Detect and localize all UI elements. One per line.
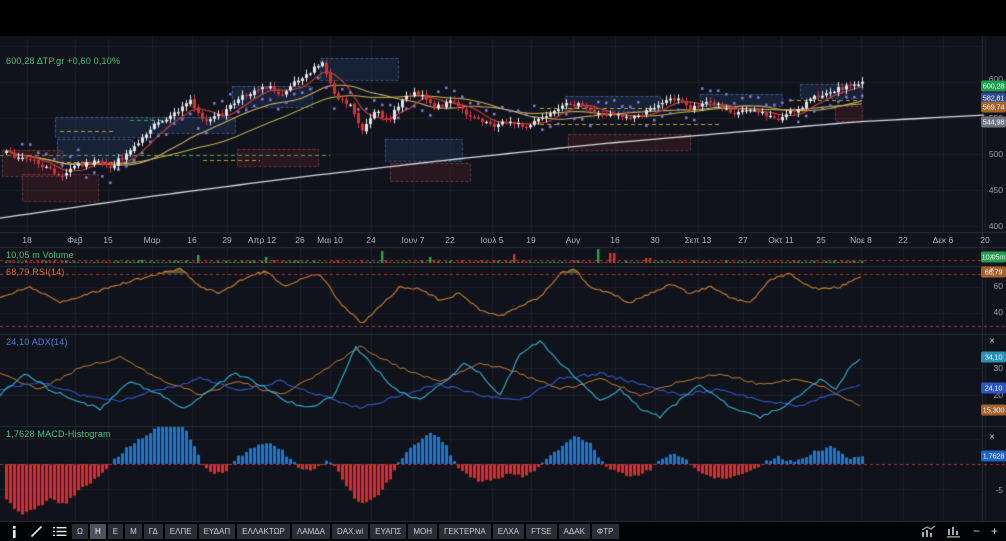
axis-value-badge: 544,98 bbox=[981, 117, 1006, 128]
adx-pane-label: 24,10 ADX(14) bbox=[6, 337, 68, 347]
toolbar-item-ΑΔΑΚ[interactable]: ΑΔΑΚ bbox=[559, 524, 590, 539]
time-axis-tick: Φεβ bbox=[67, 235, 82, 245]
info-icon[interactable] bbox=[3, 524, 24, 539]
toolbar-symbol-buttons: ΩΗΕΜΓΔΕΛΠΕΕΥΔΑΠΕΛΛΑΚΤΩΡΛΑΜΔΑDAX.wiΕΥΑΠΣΜ… bbox=[72, 524, 619, 539]
time-axis-tick: Σεπ 13 bbox=[685, 235, 712, 245]
time-axis-tick: 22 bbox=[445, 235, 454, 245]
bottom-toolbar: ΩΗΕΜΓΔΕΛΠΕΕΥΔΑΠΕΛΛΑΚΤΩΡΛΑΜΔΑDAX.wiΕΥΑΠΣΜ… bbox=[0, 522, 1006, 541]
price-axis-label: 400 bbox=[989, 221, 1003, 231]
time-axis-tick: Ιουν 7 bbox=[401, 235, 424, 245]
time-axis-tick: Μαρ bbox=[144, 235, 161, 245]
time-axis-tick: 20 bbox=[980, 235, 989, 245]
toolbar-item-ΓΕΚΤΕΡΝΑ[interactable]: ΓΕΚΤΕΡΝΑ bbox=[439, 524, 491, 539]
toolbar-item-Ω[interactable]: Ω bbox=[72, 524, 88, 539]
chart-zoom-controls: − + bbox=[921, 523, 998, 540]
toolbar-item-Ε[interactable]: Ε bbox=[108, 524, 123, 539]
trend-chart-icon[interactable] bbox=[921, 525, 936, 538]
close-pane-icon[interactable]: × bbox=[986, 336, 998, 347]
time-axis-tick: Μαι 10 bbox=[317, 235, 343, 245]
toolbar-item-ΕΛΧΑ[interactable]: ΕΛΧΑ bbox=[493, 524, 524, 539]
toolbar-item-ΦΤΡ[interactable]: ΦΤΡ bbox=[592, 524, 619, 539]
time-axis-tick: 15 bbox=[103, 235, 112, 245]
price-axis-label: 60 bbox=[994, 281, 1003, 291]
toolbar-item-Η[interactable]: Η bbox=[90, 524, 106, 539]
price-axis-label: 450 bbox=[989, 185, 1003, 195]
toolbar-item-FTSE[interactable]: FTSE bbox=[526, 524, 556, 539]
time-axis-tick: Απρ 12 bbox=[248, 235, 276, 245]
time-axis-tick: 29 bbox=[222, 235, 231, 245]
axis-value-badge: 24,10 bbox=[981, 383, 1006, 394]
time-axis-tick: Νοε 8 bbox=[850, 235, 872, 245]
trading-chart-app: 600,28 ΔΤΡ.gr +0,60 0,10% 10,05 m Volume… bbox=[0, 0, 1006, 541]
toolbar-item-ΕΛΛΑΚΤΩΡ[interactable]: ΕΛΛΑΚΤΩΡ bbox=[237, 524, 290, 539]
price-axis-label: 30 bbox=[994, 363, 1003, 373]
time-axis-tick: 27 bbox=[738, 235, 747, 245]
time-axis-tick: Δεκ 6 bbox=[933, 235, 954, 245]
time-axis-tick: 22 bbox=[898, 235, 907, 245]
time-axis-tick: 24 bbox=[366, 235, 375, 245]
time-axis-tick: 16 bbox=[610, 235, 619, 245]
toolbar-item-ΕΛΠΕ[interactable]: ΕΛΠΕ bbox=[165, 524, 197, 539]
chart-canvas[interactable] bbox=[0, 0, 1006, 522]
time-axis-tick: 30 bbox=[650, 235, 659, 245]
axis-value-badge: 569,74 bbox=[981, 102, 1006, 113]
toolbar-item-DAX.wi[interactable]: DAX.wi bbox=[332, 524, 368, 539]
toolbar-item-ΜΟΗ[interactable]: ΜΟΗ bbox=[408, 524, 437, 539]
close-pane-icon[interactable]: × bbox=[986, 252, 998, 263]
toolbar-item-ΛΑΜΔΑ[interactable]: ΛΑΜΔΑ bbox=[292, 524, 330, 539]
axis-value-badge: 15,300 bbox=[981, 405, 1006, 416]
time-axis-tick: Ιουλ 5 bbox=[480, 235, 503, 245]
price-axis-label: 500 bbox=[989, 149, 1003, 159]
time-axis-tick: 25 bbox=[816, 235, 825, 245]
time-axis-tick: 18 bbox=[22, 235, 31, 245]
time-axis-tick: 16 bbox=[187, 235, 196, 245]
axis-value-badge: 1,7628 bbox=[981, 451, 1006, 462]
list-icon[interactable] bbox=[49, 524, 70, 539]
axis-value-badge: 600,28 bbox=[981, 81, 1006, 92]
draw-icon[interactable] bbox=[26, 524, 47, 539]
price-axis-label: 40 bbox=[994, 307, 1003, 317]
toolbar-item-ΕΥΔΑΠ[interactable]: ΕΥΔΑΠ bbox=[199, 524, 236, 539]
close-pane-icon[interactable]: × bbox=[986, 432, 998, 443]
axis-value-badge: 34,10 bbox=[981, 352, 1006, 363]
time-axis-tick: 26 bbox=[295, 235, 304, 245]
price-axis-label: -5 bbox=[995, 485, 1003, 495]
close-pane-icon[interactable]: × bbox=[986, 265, 998, 276]
time-axis-tick: Οκτ 11 bbox=[768, 235, 793, 245]
toolbar-item-ΕΥΑΠΣ[interactable]: ΕΥΑΠΣ bbox=[370, 524, 406, 539]
rsi-pane-label: 68,79 RSI(14) bbox=[6, 267, 65, 277]
toolbar-item-Μ[interactable]: Μ bbox=[125, 524, 142, 539]
main-symbol-label: 600,28 ΔΤΡ.gr +0,60 0,10% bbox=[6, 56, 120, 66]
time-axis-tick: Αυγ bbox=[566, 235, 581, 245]
zoom-out-button[interactable]: − bbox=[973, 523, 980, 540]
macd-pane-label: 1,7628 MACD-Histogram bbox=[6, 429, 111, 439]
time-axis-tick: 19 bbox=[526, 235, 535, 245]
volume-pane-label: 10,05 m Volume bbox=[6, 250, 74, 260]
zoom-in-button[interactable]: + bbox=[991, 523, 998, 540]
toolbar-item-ΓΔ[interactable]: ΓΔ bbox=[144, 524, 163, 539]
bar-chart-icon[interactable] bbox=[947, 525, 962, 538]
